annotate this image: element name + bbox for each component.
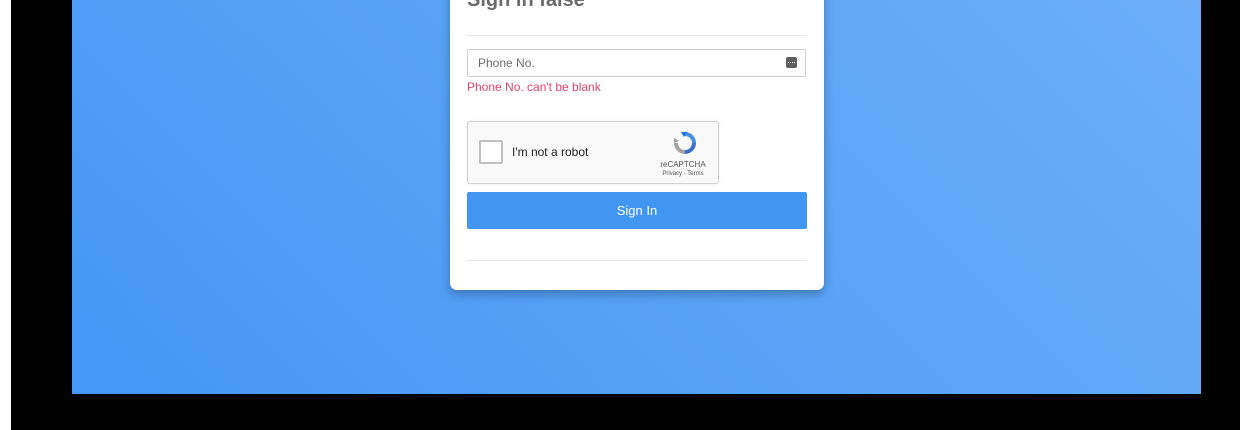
bottom-divider (467, 260, 807, 261)
top-divider (467, 35, 807, 36)
recaptcha-logo-icon (674, 132, 696, 154)
phone-field[interactable] (467, 49, 806, 77)
recaptcha-label: I'm not a robot (512, 145, 589, 159)
signin-card: Sign in false Phone No. can't be blank I… (450, 0, 824, 290)
page-background: Sign in false Phone No. can't be blank I… (72, 0, 1201, 394)
recaptcha-terms-link[interactable]: Terms (687, 171, 703, 177)
recaptcha-brand: reCAPTCHA (660, 160, 706, 169)
recaptcha-checkbox[interactable] (479, 140, 503, 164)
card-title: Sign in false (467, 0, 585, 11)
phone-error-message: Phone No. can't be blank (467, 80, 601, 94)
phone-input[interactable] (468, 50, 778, 76)
recaptcha-links: Privacy - Terms (618, 171, 748, 177)
recaptcha-widget: I'm not a robot reCAPTCHA Privacy - Term… (467, 121, 719, 184)
autofill-icon[interactable] (786, 57, 797, 68)
signin-button[interactable]: Sign In (467, 192, 807, 229)
recaptcha-privacy-link[interactable]: Privacy (662, 171, 682, 177)
device-frame: Sign in false Phone No. can't be blank I… (11, 0, 1240, 430)
